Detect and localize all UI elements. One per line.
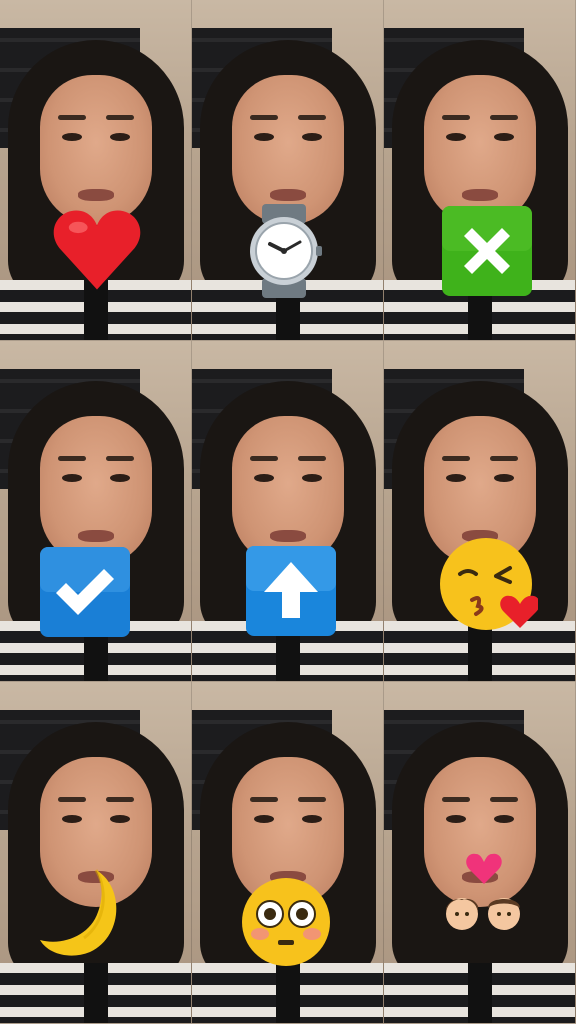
tile-5[interactable]	[192, 341, 384, 682]
check-mark-button-icon	[40, 547, 130, 637]
emoji-filter-grid	[0, 0, 576, 1024]
cross-mark-button-icon	[442, 206, 532, 296]
flushed-face-icon	[242, 878, 330, 966]
kiss-couple-icon	[446, 853, 520, 930]
tile-6[interactable]	[384, 341, 576, 682]
tile-7[interactable]	[0, 682, 192, 1024]
crescent-moon-icon	[40, 869, 117, 956]
tile-4[interactable]	[0, 341, 192, 682]
tile-3[interactable]	[384, 0, 576, 341]
wristwatch-icon	[250, 204, 322, 298]
tile-9[interactable]	[384, 682, 576, 1024]
face-blowing-kiss-icon	[440, 538, 538, 630]
up-arrow-button-icon	[246, 546, 336, 636]
tile-8[interactable]	[192, 682, 384, 1024]
tile-2[interactable]	[192, 0, 384, 341]
red-heart-icon	[53, 210, 141, 290]
tile-1[interactable]	[0, 0, 192, 341]
